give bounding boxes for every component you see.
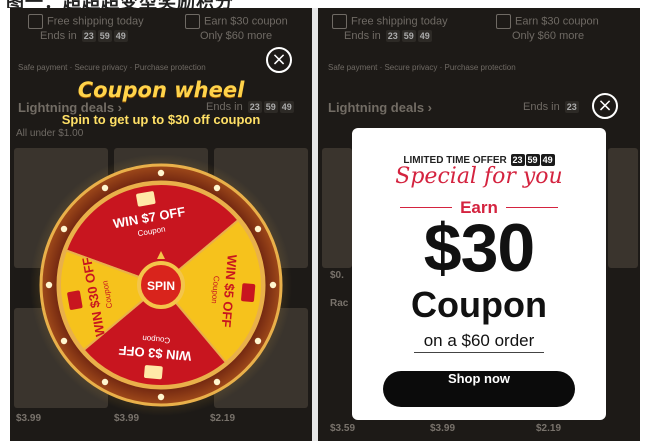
caption-text: 图一：超超超变型奖励积分: [6, 0, 234, 8]
rim-light: [101, 184, 109, 192]
divider: [400, 207, 452, 208]
wheel-subtitle: Spin to get up to $30 off coupon: [61, 112, 261, 127]
product-card: [322, 148, 352, 268]
earn-coupon-sub: Only $60 more: [512, 30, 585, 42]
close-icon[interactable]: ×: [592, 93, 618, 119]
product-card: [608, 148, 638, 268]
close-icon[interactable]: ×: [266, 47, 292, 73]
coupon-icon: [496, 14, 511, 29]
rim-light: [157, 169, 165, 177]
spin-label: SPIN: [147, 279, 175, 293]
product-label: Rac: [330, 298, 349, 309]
shop-now-button[interactable]: Shop now: [383, 371, 575, 407]
rim-light: [60, 225, 68, 233]
ticket-icon: [144, 365, 163, 380]
product-price: $0.: [330, 270, 344, 281]
truck-icon: [28, 14, 43, 29]
ticket-icon: [241, 283, 256, 302]
earn-coupon-row: Earn $30 coupon: [185, 14, 305, 29]
rim-light: [45, 281, 53, 289]
order-condition: on a $60 order: [423, 331, 535, 350]
truck-icon: [332, 14, 347, 29]
rim-light: [213, 378, 221, 386]
left-screen: Free shipping today Ends in 23 59 49 Earn …: [10, 8, 312, 441]
caption-strip: 图一：超超超变型奖励积分: [0, 0, 648, 8]
lightning-timer: Ends in 23: [523, 101, 579, 113]
rim-light: [269, 281, 277, 289]
product-price: $3.99: [430, 423, 456, 434]
special-for-you: Special for you: [395, 164, 563, 189]
rim-light: [254, 225, 262, 233]
earn-coupon-row: Earn $30 coupon: [496, 14, 636, 29]
product-price: $3.59: [330, 423, 356, 434]
all-under-label: All under $1.00: [16, 128, 84, 139]
rim-light: [213, 184, 221, 192]
coupon-label: Coupon: [411, 284, 547, 325]
rim-light: [101, 378, 109, 386]
right-screen: Free shipping today Ends in 23 59 49 Earn …: [318, 8, 640, 441]
coupon-popup: LIMITED TIME OFFER 23 59 49 Special for yo…: [352, 128, 606, 420]
rim-light: [60, 337, 68, 345]
earn-coupon-sub: Only $60 more: [200, 30, 273, 42]
coupon-wheel[interactable]: WIN $7 OFFCouponWIN $5 OFFCouponWIN $3 O…: [29, 153, 293, 417]
rim-light: [157, 393, 165, 401]
divider: [506, 207, 558, 208]
coupon-icon: [185, 14, 200, 29]
safe-payment-row: Safe payment · Secure privacy · Purchase…: [328, 63, 516, 72]
divider: [414, 352, 544, 353]
free-shipping-label: Free shipping today: [47, 15, 144, 28]
coupon-amount: $30: [423, 210, 535, 286]
product-price: $2.19: [536, 423, 562, 434]
wheel-title: Coupon wheel: [77, 78, 245, 102]
rim-light: [254, 337, 262, 345]
